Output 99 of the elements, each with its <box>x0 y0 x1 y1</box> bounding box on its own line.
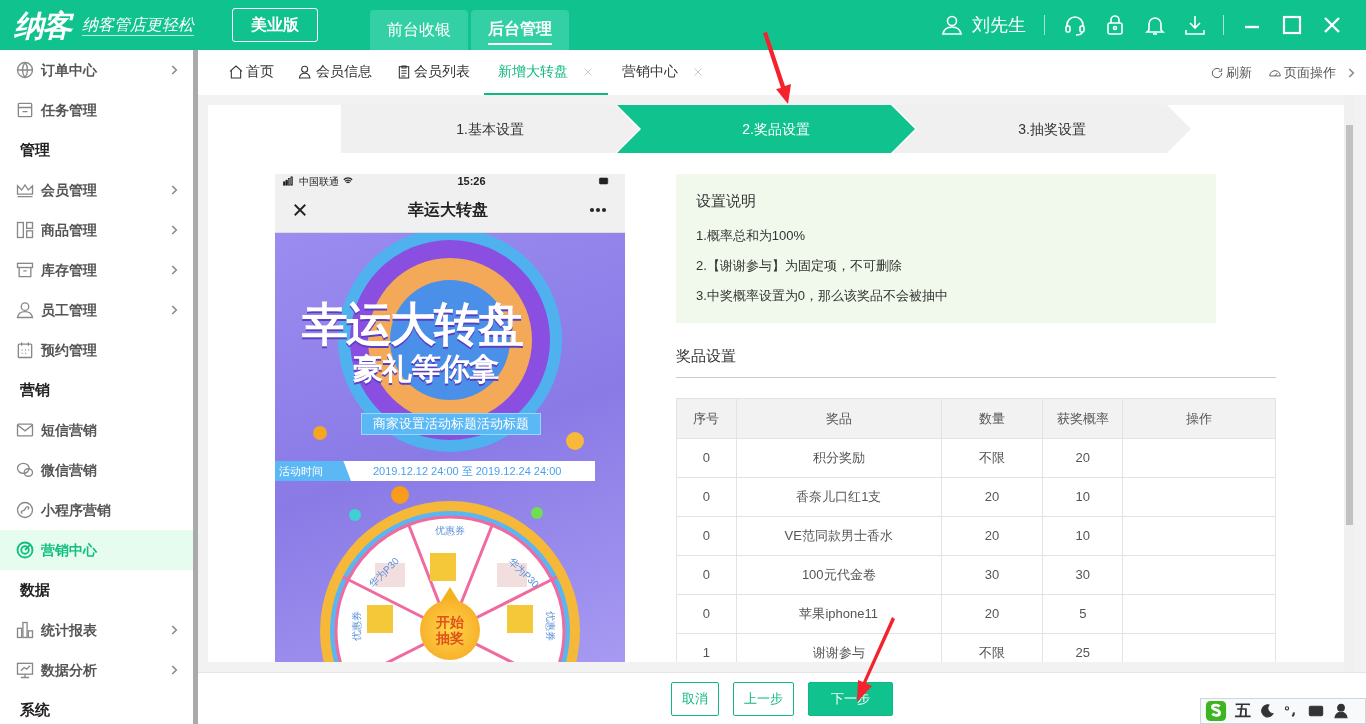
sidebar-item[interactable]: 商品管理 <box>0 210 193 250</box>
headset-icon[interactable] <box>1063 13 1087 37</box>
column-header: 奖品 <box>736 398 942 439</box>
table-cell: 20 <box>1042 438 1123 478</box>
sidebar-item[interactable]: 会员管理 <box>0 170 193 210</box>
user-icon[interactable] <box>940 13 964 37</box>
maximize-icon[interactable] <box>1280 13 1304 37</box>
bar-chart-icon <box>15 620 35 640</box>
sidebar-item[interactable]: 统计报表 <box>0 610 193 650</box>
section-heading: 营销 <box>19 379 51 400</box>
section-title: 奖品设置 <box>676 322 1276 378</box>
column-header: 数量 <box>941 398 1043 439</box>
chat-icon <box>15 460 35 480</box>
wheel-label: 华为P30 <box>365 554 403 592</box>
box-icon <box>15 260 35 280</box>
ball-drawing <box>349 509 361 521</box>
table-cell: 10 <box>1042 477 1123 517</box>
annotation-arrow <box>763 32 791 104</box>
calendar-icon <box>15 340 35 360</box>
wheel-label: 优惠券 <box>435 524 465 538</box>
sidebar-item[interactable]: 数据分析 <box>0 650 193 690</box>
carrier-name: 中国联通 <box>298 174 339 189</box>
sidebar-item[interactable]: 小程序营销 <box>0 490 193 530</box>
ball-drawing <box>566 432 584 450</box>
status-time: 15:26 <box>457 173 486 189</box>
table-cell: 30 <box>1042 555 1123 595</box>
notice-title: 设置说明 <box>696 191 757 211</box>
step-indicator: 3.抽奖设置 <box>893 105 1191 153</box>
table-cell: VE范同款男士香水 <box>736 516 942 556</box>
person-icon[interactable] <box>1333 703 1349 719</box>
section-heading: 管理 <box>19 139 51 160</box>
download-icon[interactable] <box>1183 13 1207 37</box>
table-cell: 0 <box>676 477 737 517</box>
column-header: 操作 <box>1122 398 1276 439</box>
tab[interactable]: 会员列表 <box>386 50 484 95</box>
table-cell: 0 <box>676 516 737 556</box>
moon-icon[interactable] <box>1259 703 1275 719</box>
table-cell: 积分奖励 <box>736 438 942 478</box>
close-icon[interactable] <box>291 201 309 219</box>
person-icon <box>15 300 35 320</box>
column-header: 序号 <box>676 398 737 439</box>
table-cell: 0 <box>676 594 737 634</box>
tab[interactable]: 会员信息 <box>288 50 386 95</box>
section-heading: 系统 <box>19 699 51 720</box>
table-cell: 20 <box>941 516 1043 556</box>
ime-mode[interactable]: 五 <box>1235 699 1251 723</box>
ime-logo-icon[interactable] <box>1205 700 1227 722</box>
notice-text: 3.中奖概率设置为0，那么该奖品不会被抽中 <box>696 286 950 305</box>
wheel-label: 优惠券 <box>349 610 363 641</box>
globe-icon <box>15 60 35 80</box>
home-icon <box>228 63 244 80</box>
table-cell: 香奈儿口红1支 <box>736 477 942 517</box>
sidebar-item[interactable]: 库存管理 <box>0 250 193 290</box>
sidebar-item[interactable]: 订单中心 <box>0 50 193 90</box>
table-cell: 100元代金卷 <box>736 555 942 595</box>
sidebar-item[interactable]: 预约管理 <box>0 330 193 370</box>
sidebar-item[interactable]: 短信营销 <box>0 410 193 450</box>
page-title: 幸运大转盘 <box>408 200 488 220</box>
toolbar-button[interactable]: 刷新 <box>1202 62 1260 83</box>
step-indicator: 1.基本设置 <box>341 105 639 153</box>
wheel-label: 优惠券 <box>543 610 557 641</box>
target-icon <box>15 540 35 560</box>
wifi-icon <box>342 176 354 186</box>
toolbar-button[interactable]: 页面操作 <box>1260 62 1344 83</box>
ball-drawing <box>391 486 409 504</box>
activity-title-banner: 商家设置活动标题活动标题 <box>361 413 541 435</box>
refresh-icon <box>1210 65 1224 80</box>
person-icon <box>298 63 314 80</box>
activity-time-label: 活动时间 <box>275 461 351 481</box>
step-indicator: 2.奖品设置 <box>617 105 915 153</box>
slogan: 纳客管店更轻松 <box>82 14 194 36</box>
table-cell: 不限 <box>941 438 1043 478</box>
sidebar-item[interactable]: 任务管理 <box>0 90 193 130</box>
column-header: 获奖概率 <box>1042 398 1123 439</box>
table-cell: 0 <box>676 555 737 595</box>
table-cell: 10 <box>1042 516 1123 556</box>
layout-icon <box>15 220 35 240</box>
table-cell: 5 <box>1042 594 1123 634</box>
wheel-label: 华为P30 <box>505 554 543 592</box>
monitor-icon <box>15 660 35 680</box>
table-cell: 20 <box>941 594 1043 634</box>
table-cell: 20 <box>941 477 1043 517</box>
table-cell: 0 <box>676 438 737 478</box>
notice-text: 1.概率总和为100% <box>696 226 807 245</box>
tab[interactable]: 营销中心 <box>608 50 718 95</box>
notice-text: 2.【谢谢参与】为固定项，不可删除 <box>696 256 903 275</box>
ball-drawing <box>531 507 543 519</box>
ball-drawing <box>313 426 327 440</box>
activity-dates: 2019.12.12 24:00 至 2019.12.24 24:00 <box>373 463 562 479</box>
section-heading: 数据 <box>19 579 51 600</box>
sidebar-item[interactable]: 微信营销 <box>0 450 193 490</box>
keyboard-icon[interactable] <box>1307 703 1325 719</box>
tab[interactable]: 首页 <box>218 50 288 95</box>
sidebar-item[interactable]: 员工管理 <box>0 290 193 330</box>
document-icon <box>15 100 35 120</box>
table-cell: 30 <box>941 555 1043 595</box>
signal-icon <box>281 176 295 186</box>
clipboard-icon <box>396 63 412 80</box>
link-icon <box>15 500 35 520</box>
